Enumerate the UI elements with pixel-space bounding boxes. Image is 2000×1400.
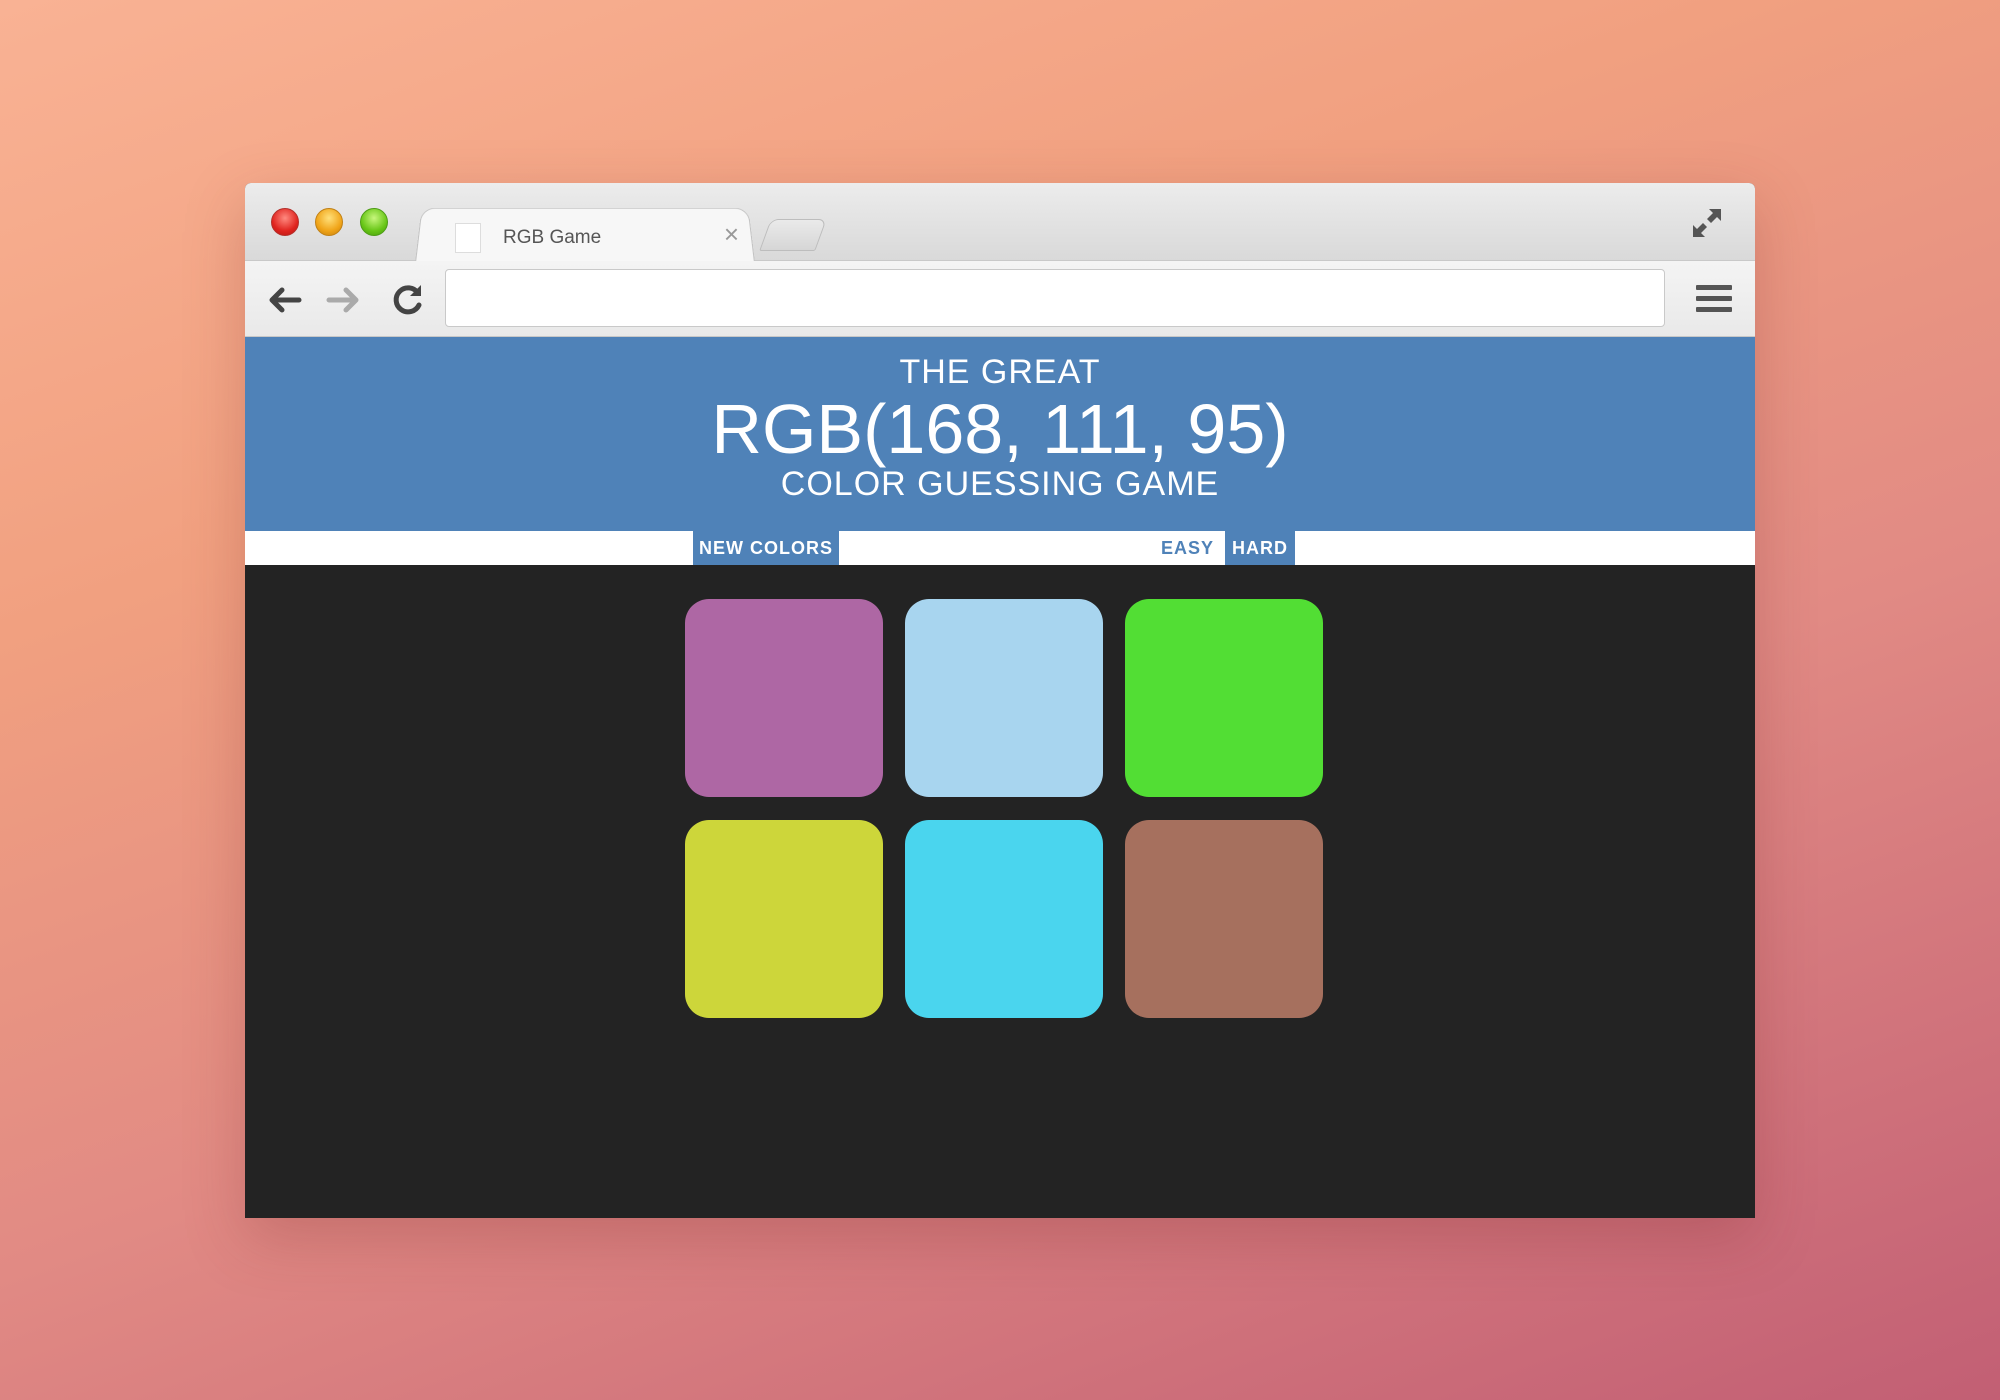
menu-icon[interactable] — [1695, 281, 1733, 317]
back-arrow-icon[interactable] — [265, 281, 303, 319]
address-bar[interactable] — [445, 269, 1665, 327]
tab-content: RGB Game × — [435, 205, 755, 261]
game-header: THE GREAT RGB(168, 111, 95) COLOR GUESSI… — [245, 337, 1755, 531]
color-square-1[interactable] — [685, 599, 883, 797]
easy-mode-button[interactable]: EASY — [1155, 531, 1220, 565]
color-square-5[interactable] — [905, 820, 1103, 1018]
minimize-window-button[interactable] — [315, 208, 343, 236]
color-square-4[interactable] — [685, 820, 883, 1018]
close-window-button[interactable] — [271, 208, 299, 236]
color-square-3[interactable] — [1125, 599, 1323, 797]
browser-toolbar — [245, 261, 1755, 337]
title-bar: RGB Game × — [245, 183, 1755, 263]
new-tab-button[interactable] — [759, 219, 827, 251]
color-square-2[interactable] — [905, 599, 1103, 797]
tab-title: RGB Game — [503, 227, 602, 248]
maximize-window-button[interactable] — [360, 208, 388, 236]
reload-icon[interactable] — [388, 281, 426, 319]
hard-mode-button[interactable]: HARD — [1225, 531, 1295, 565]
page-favicon-icon — [455, 223, 481, 253]
target-rgb-display: RGB(168, 111, 95) — [711, 390, 1289, 468]
browser-window: RGB Game × THE GREAT RGB(168, 111, 95) C… — [245, 183, 1755, 1218]
new-colors-button[interactable]: NEW COLORS — [693, 531, 839, 565]
tab-close-icon[interactable]: × — [724, 221, 739, 247]
title-bottom: COLOR GUESSING GAME — [780, 465, 1220, 503]
color-square-6[interactable] — [1125, 820, 1323, 1018]
forward-arrow-icon[interactable] — [325, 281, 363, 319]
color-squares-grid — [675, 599, 1323, 1019]
fullscreen-icon[interactable] — [1689, 205, 1725, 241]
controls-stripe: NEW COLORS EASY HARD — [245, 531, 1755, 565]
page-content: THE GREAT RGB(168, 111, 95) COLOR GUESSI… — [245, 337, 1755, 1218]
title-top: THE GREAT — [899, 353, 1101, 391]
